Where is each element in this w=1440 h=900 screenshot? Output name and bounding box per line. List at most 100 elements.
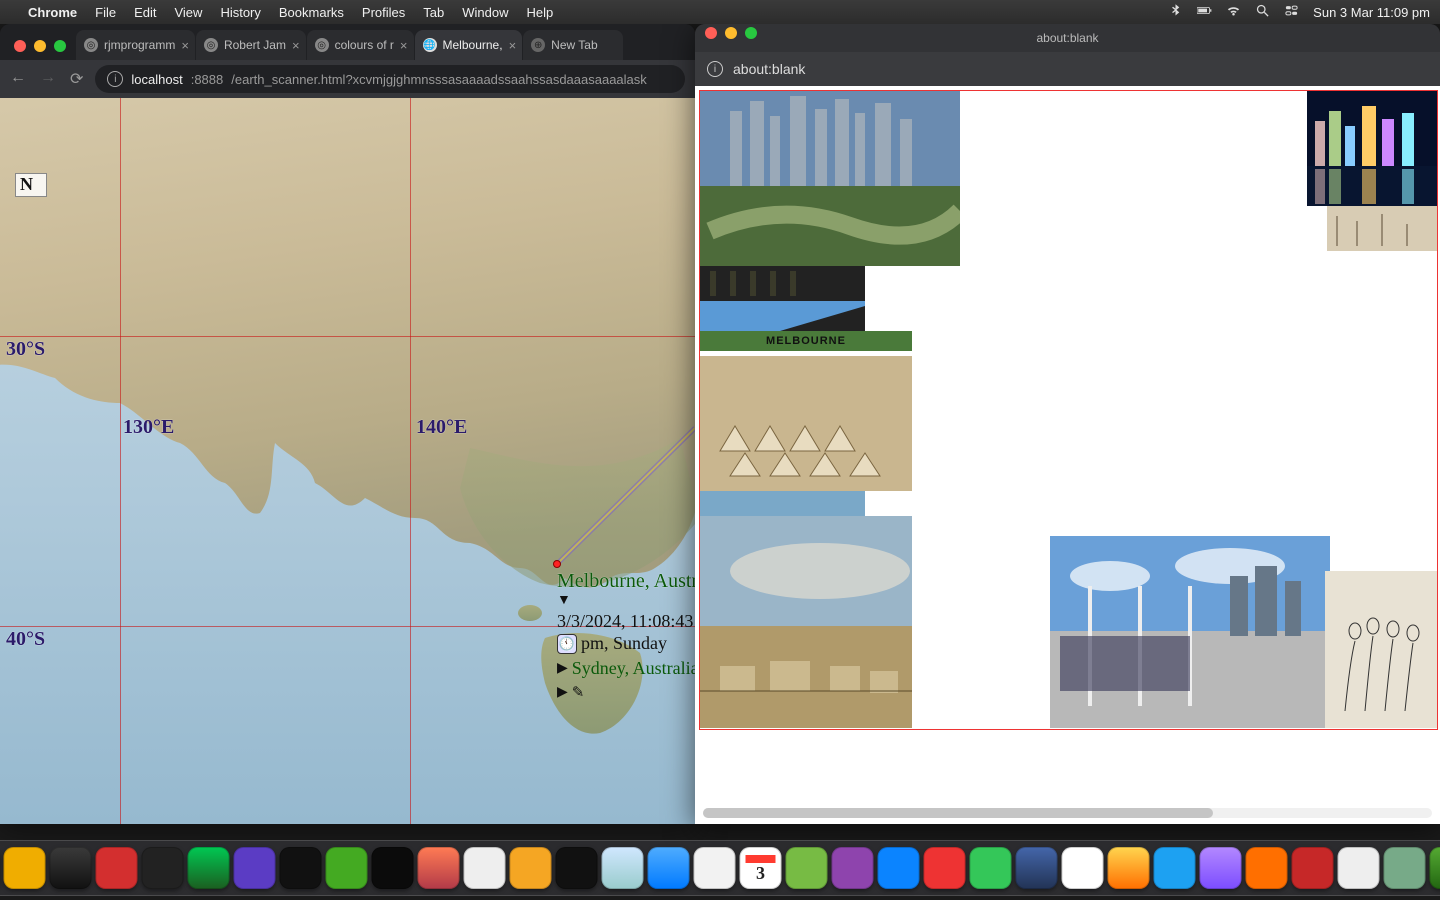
dock-app-terminal[interactable]	[372, 847, 414, 889]
menu-profiles[interactable]: Profiles	[362, 5, 405, 20]
dock-app[interactable]	[142, 847, 184, 889]
dock-app-filezilla[interactable]	[96, 847, 138, 889]
dock-app-appletv[interactable]	[556, 847, 598, 889]
image-collage: MELBOURNE	[699, 90, 1438, 730]
bluetooth-icon[interactable]	[1168, 3, 1183, 21]
tab-close-icon[interactable]: ×	[292, 38, 300, 53]
pencil-icon: ✎	[572, 683, 585, 702]
collage-label: MELBOURNE	[700, 335, 912, 347]
window-zoom-button[interactable]	[54, 40, 66, 52]
window-zoom-button[interactable]	[745, 27, 757, 39]
menubar-clock[interactable]: Sun 3 Mar 11:09 pm	[1313, 5, 1430, 20]
lat-label-40s: 40°S	[6, 628, 45, 651]
collage-image	[1307, 91, 1437, 206]
edit-row[interactable]: ▶ ✎	[557, 683, 584, 702]
control-center-icon[interactable]	[1284, 3, 1299, 21]
horizontal-scrollbar[interactable]	[703, 808, 1432, 818]
dock-app[interactable]	[326, 847, 368, 889]
dock-app[interactable]	[1292, 847, 1334, 889]
city-marker-melbourne[interactable]	[553, 560, 561, 568]
dock-app-calendar[interactable]: 3	[740, 847, 782, 889]
nav-reload-button[interactable]: ⟳	[70, 69, 83, 89]
wifi-icon[interactable]	[1226, 3, 1241, 21]
browser-tab[interactable]: ◎ Robert Jam ×	[196, 30, 306, 60]
dock-app[interactable]	[234, 847, 276, 889]
browser-tab[interactable]: ◎ colours of r ×	[307, 30, 414, 60]
dock-app[interactable]	[50, 847, 92, 889]
tab-close-icon[interactable]: ×	[181, 38, 189, 53]
city-name-label[interactable]: Melbourne, Australia	[557, 570, 695, 593]
dock-app[interactable]	[970, 847, 1012, 889]
nav-back-button[interactable]: ←	[10, 69, 26, 89]
spotlight-icon[interactable]	[1255, 3, 1270, 21]
dock-app[interactable]	[694, 847, 736, 889]
popup-title-text: about:blank	[1036, 31, 1098, 45]
dock-app[interactable]	[924, 847, 966, 889]
dock-app[interactable]	[1430, 847, 1440, 889]
menu-bookmarks[interactable]: Bookmarks	[279, 5, 344, 20]
browser-tab-active[interactable]: 🌐 Melbourne, ×	[415, 30, 523, 60]
browser-tab[interactable]: ⊕ New Tab	[523, 30, 623, 60]
window-traffic-lights	[8, 40, 76, 60]
tab-label: colours of r	[335, 38, 394, 52]
dock-app[interactable]	[4, 847, 46, 889]
menu-edit[interactable]: Edit	[134, 5, 156, 20]
menu-tab[interactable]: Tab	[423, 5, 444, 20]
dock-app[interactable]	[786, 847, 828, 889]
active-app-name[interactable]: Chrome	[28, 5, 77, 20]
chrome-tabstrip: ◎ rjmprogramm × ◎ Robert Jam × ◎ colours…	[0, 24, 695, 60]
window-minimize-button[interactable]	[34, 40, 46, 52]
collage-image: MELBOURNE	[700, 331, 912, 491]
gridline-130e	[120, 98, 121, 824]
dock-app[interactable]	[1338, 847, 1380, 889]
lat-label-30s: 30°S	[6, 338, 45, 361]
menu-history[interactable]: History	[220, 5, 260, 20]
site-info-icon[interactable]: i	[707, 61, 723, 77]
favicon-icon: ◎	[204, 38, 218, 52]
dock-app[interactable]	[1384, 847, 1426, 889]
site-info-icon[interactable]: i	[107, 71, 123, 87]
window-close-button[interactable]	[705, 27, 717, 39]
menu-view[interactable]: View	[174, 5, 202, 20]
window-close-button[interactable]	[14, 40, 26, 52]
dock-app[interactable]	[1246, 847, 1288, 889]
menu-file[interactable]: File	[95, 5, 116, 20]
popup-titlebar[interactable]: about:blank	[695, 24, 1440, 52]
disclosure-row[interactable]: ▼	[557, 593, 571, 609]
favicon-icon: 🌐	[423, 38, 437, 52]
timestamp-label: 3/3/2024, 11:08:43 PM	[557, 611, 695, 632]
dock-app[interactable]	[464, 847, 506, 889]
window-minimize-button[interactable]	[725, 27, 737, 39]
dock-app[interactable]	[1016, 847, 1058, 889]
tab-label: rjmprogramm	[104, 38, 175, 52]
chevron-right-icon: ▶	[557, 660, 568, 677]
tab-close-icon[interactable]: ×	[400, 38, 408, 53]
menu-help[interactable]: Help	[527, 5, 554, 20]
dock-app[interactable]	[510, 847, 552, 889]
dock-app[interactable]	[1200, 847, 1242, 889]
address-bar[interactable]: i localhost:8888/earth_scanner.html?xcvm…	[95, 65, 685, 93]
battery-icon[interactable]	[1197, 3, 1212, 21]
menu-window[interactable]: Window	[462, 5, 508, 20]
nearby-city-row[interactable]: ▶ Sydney, Australia	[557, 658, 695, 679]
dock-app[interactable]	[188, 847, 230, 889]
scrollbar-thumb[interactable]	[703, 808, 1213, 818]
dock-app[interactable]	[1062, 847, 1104, 889]
popup-address-text: about:blank	[733, 61, 805, 77]
dock-app-appstore[interactable]	[648, 847, 690, 889]
dock-app[interactable]	[1154, 847, 1196, 889]
nav-forward-button[interactable]: →	[40, 69, 56, 89]
address-path: /earth_scanner.html?xcvmjgjghmnsssasaaaa…	[231, 72, 647, 87]
tab-close-icon[interactable]: ×	[509, 38, 517, 53]
dock-app[interactable]	[1108, 847, 1150, 889]
dock-app[interactable]	[602, 847, 644, 889]
gridline-140e	[410, 98, 411, 824]
chevron-right-icon: ▶	[557, 684, 568, 701]
dock-app[interactable]	[878, 847, 920, 889]
macos-menubar: Chrome File Edit View History Bookmarks …	[0, 0, 1440, 24]
dock-app[interactable]	[280, 847, 322, 889]
browser-tab[interactable]: ◎ rjmprogramm ×	[76, 30, 195, 60]
map-viewport[interactable]: 30°S 40°S 130°E 140°E N Melbourne, Austr…	[0, 98, 695, 824]
dock-app-firefox[interactable]	[418, 847, 460, 889]
dock-app-podcasts[interactable]	[832, 847, 874, 889]
